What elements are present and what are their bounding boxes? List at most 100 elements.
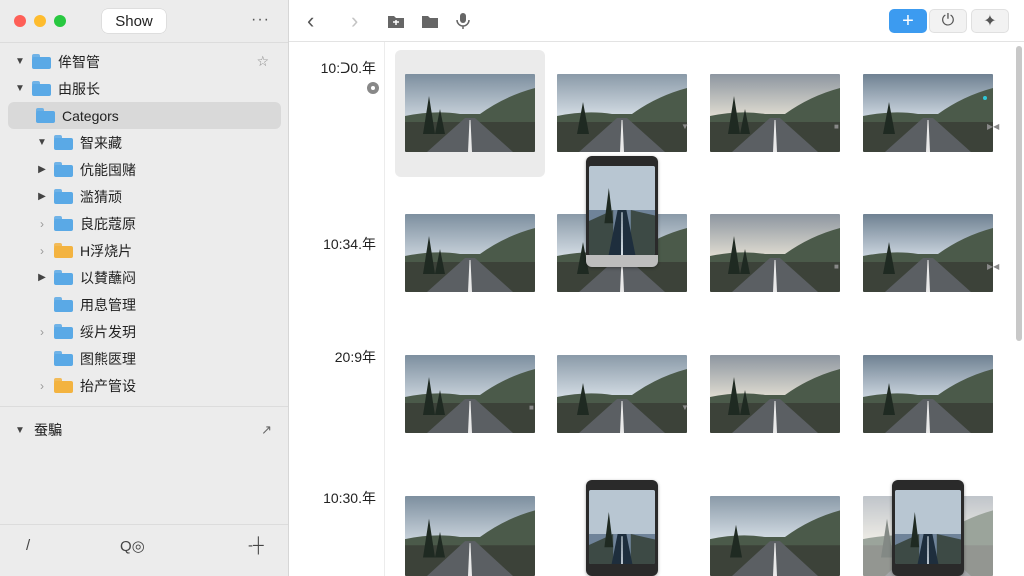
star-icon[interactable]: ☆	[256, 53, 269, 70]
photo-thumbnail[interactable]	[710, 74, 840, 152]
folder-icon	[36, 108, 55, 123]
sidebar-item-label: 侔智管	[58, 53, 100, 70]
sidebar-item-label: 绥片发玥	[80, 323, 136, 340]
disclosure-triangle-icon[interactable]: ▼	[14, 425, 26, 436]
disclosure-triangle-icon[interactable]: ›	[36, 379, 48, 393]
sidebar-item[interactable]: ▼ 由服长	[0, 75, 289, 102]
sidebar-item[interactable]: 用息管理	[0, 291, 289, 318]
photo-thumbnail[interactable]	[557, 355, 687, 433]
sidebar-item-label: Categors	[62, 107, 119, 124]
folder-icon	[54, 378, 73, 393]
photo-thumbnail[interactable]	[710, 214, 840, 292]
portrait-photo-thumbnail[interactable]	[586, 156, 658, 267]
sidebar-item-label: 以賛蘸闷	[80, 269, 136, 286]
show-button[interactable]: Show	[102, 9, 166, 33]
location-pin-icon[interactable]	[367, 82, 379, 94]
disclosure-triangle-icon[interactable]: ›	[36, 325, 48, 339]
section-label: 蚕騙	[34, 422, 62, 438]
sparkle-button[interactable]: ✦	[971, 9, 1009, 33]
photo-thumbnail[interactable]	[405, 355, 535, 433]
photo-thumbnail[interactable]	[710, 355, 840, 433]
photo-thumbnail[interactable]	[710, 496, 840, 576]
sidebar-item[interactable]: ▶ 以賛蘸闷	[0, 264, 289, 291]
disclosure-triangle-icon[interactable]: ▼	[14, 83, 26, 94]
sidebar-item[interactable]: › 抬产管设	[0, 372, 289, 399]
add-icon[interactable]: -┼	[248, 537, 264, 554]
disclosure-triangle-icon[interactable]: ▶	[36, 164, 48, 175]
timeline-column: 10:ᑐ0.年 10:34.年 20:9年 10:30.年	[289, 42, 385, 576]
sidebar: Show ··· ▼ 侔智管 ☆ ▼ 由服长 Categors ▼ 智来藏 ▶ 伉能囤赌 ▶ 滥猜顽 ›…	[0, 0, 289, 576]
title-bar: Show ···	[0, 0, 288, 42]
folder-icon	[32, 81, 51, 96]
folder-icon	[54, 270, 73, 285]
photo-thumbnail[interactable]	[405, 496, 535, 576]
folder-icon	[54, 135, 73, 150]
zoom-window-button[interactable]	[54, 15, 66, 27]
media-type-icon: ▶◀	[987, 262, 1000, 271]
forward-button[interactable]: ›	[351, 8, 358, 33]
divider	[0, 406, 288, 407]
folder-icon	[54, 351, 73, 366]
vertical-scrollbar[interactable]	[1016, 46, 1022, 341]
search-icon[interactable]: Q◎	[120, 537, 145, 555]
add-button[interactable]: +	[889, 9, 927, 33]
status-dot-icon	[983, 96, 987, 100]
microphone-icon[interactable]	[455, 10, 471, 32]
photo-thumbnail[interactable]	[863, 74, 993, 152]
minimize-window-button[interactable]	[34, 15, 46, 27]
disclosure-triangle-icon[interactable]: ›	[36, 244, 48, 258]
media-type-icon: ▼	[681, 403, 689, 412]
photo-thumbnail[interactable]	[405, 74, 535, 152]
media-type-icon: ■	[834, 122, 839, 131]
photo-thumbnail[interactable]	[863, 355, 993, 433]
disclosure-triangle-icon[interactable]: ▼	[14, 56, 26, 67]
sidebar-section-header[interactable]: ▼ 蚕騙 ↗	[14, 418, 272, 442]
folder-icon[interactable]	[421, 10, 439, 32]
pin-icon[interactable]: ↗	[261, 422, 272, 438]
import-folder-icon[interactable]	[387, 10, 405, 32]
sidebar-item[interactable]: › 良庇蔻原	[0, 210, 289, 237]
sidebar-item[interactable]: ▼ 智来藏	[0, 129, 289, 156]
sidebar-item-label: 良庇蔻原	[80, 215, 136, 232]
sidebar-item[interactable]: › H浮烧片	[0, 237, 289, 264]
media-type-icon: ■	[529, 403, 534, 412]
close-window-button[interactable]	[14, 15, 26, 27]
photo-thumbnail[interactable]	[557, 74, 687, 152]
folder-icon	[54, 216, 73, 231]
portrait-photo-thumbnail[interactable]	[892, 480, 964, 576]
disclosure-triangle-icon[interactable]: ▼	[36, 137, 48, 148]
photo-library: ‹ › + ⏻ ✦ 10:ᑐ0.年 10:34.年 20:9年 10:30.年 ▼ ■ ▶…	[289, 0, 1024, 576]
folder-icon	[54, 297, 73, 312]
sidebar-item[interactable]: 图熊匧理	[0, 345, 289, 372]
ellipsis-icon[interactable]: ···	[251, 11, 270, 29]
media-type-icon: ▶◀	[987, 122, 1000, 131]
sidebar-item-label: 由服长	[58, 80, 100, 97]
toolbar: ‹ › + ⏻ ✦	[289, 0, 1024, 42]
folder-icon	[54, 189, 73, 204]
sidebar-item[interactable]: Categors	[8, 102, 281, 129]
media-type-icon: ▼	[681, 122, 689, 131]
timeline-date-label: 10:ᑐ0.年	[320, 60, 376, 76]
sidebar-item-label: H浮烧片	[80, 242, 133, 259]
folder-icon	[32, 54, 51, 69]
back-button[interactable]: ‹	[307, 8, 314, 33]
folder-icon	[54, 162, 73, 177]
portrait-photo-thumbnail[interactable]	[586, 480, 658, 576]
media-type-icon: ■	[834, 262, 839, 271]
timeline-date-label: 20:9年	[334, 349, 376, 365]
sidebar-item[interactable]: ▶ 滥猜顽	[0, 183, 289, 210]
timeline-date-label: 10:30.年	[323, 490, 376, 506]
sidebar-item-label: 智来藏	[80, 134, 122, 151]
photo-thumbnail[interactable]	[863, 214, 993, 292]
sidebar-item[interactable]: › 绥片发玥	[0, 318, 289, 345]
disclosure-triangle-icon[interactable]: ›	[36, 217, 48, 231]
sidebar-item-label: 滥猜顽	[80, 188, 122, 205]
folder-icon	[54, 243, 73, 258]
disclosure-triangle-icon[interactable]: ▶	[36, 272, 48, 283]
share-button[interactable]: ⏻	[929, 9, 967, 33]
photo-thumbnail[interactable]	[405, 214, 535, 292]
sidebar-item[interactable]: ▼ 侔智管 ☆	[0, 48, 289, 75]
edit-icon[interactable]: /	[26, 537, 30, 554]
sidebar-item[interactable]: ▶ 伉能囤赌	[0, 156, 289, 183]
disclosure-triangle-icon[interactable]: ▶	[36, 191, 48, 202]
